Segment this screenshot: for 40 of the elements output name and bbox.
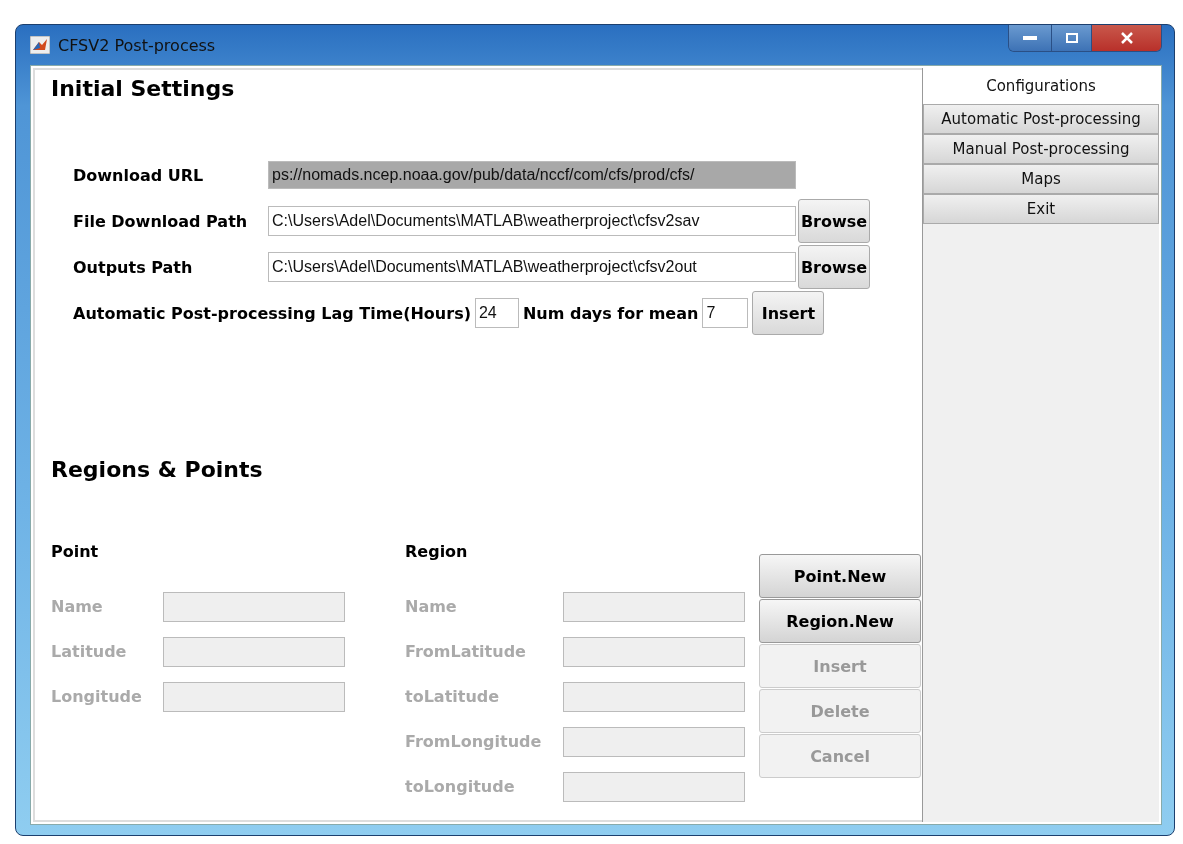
group-title: Region <box>405 542 469 563</box>
minimize-button[interactable] <box>1009 25 1051 51</box>
tab[interactable]: Exit <box>923 194 1159 224</box>
section-heading: Regions & Points <box>51 457 264 482</box>
url-field[interactable]: ps://nomads.ncep.noaa.gov/pub/data/nccf/com/cfs/prod/cfs/ <box>268 161 796 189</box>
window-title: CFSV2 Post-process <box>58 35 216 55</box>
field-label: FromLongitude <box>405 732 543 751</box>
field-label: Download URL <box>73 165 205 185</box>
close-button[interactable] <box>1091 25 1161 51</box>
group-title: Point <box>51 542 100 563</box>
browse-button[interactable]: Browse <box>798 199 870 243</box>
field-label: File Download Path <box>73 211 249 231</box>
field-label: Longitude <box>51 687 143 706</box>
field-label: FromLatitude <box>405 642 527 661</box>
action-button[interactable]: Point.New <box>759 554 921 598</box>
field-label: Name <box>51 597 104 616</box>
field-label: toLatitude <box>405 687 501 706</box>
field-label: Num days for mean <box>522 303 699 323</box>
field-label: Automatic Post-processing Lag Time(Hours) <box>73 303 471 323</box>
minimize-icon <box>1023 36 1037 40</box>
maximize-icon <box>1065 33 1078 43</box>
days-field[interactable]: 7 <box>702 298 749 328</box>
insert-button[interactable]: Insert <box>752 291 825 335</box>
tab[interactable]: Configurations <box>923 68 1159 104</box>
path-field[interactable]: C:\Users\Adel\Documents\MATLAB\weatherproject\cfsv2sav <box>268 206 796 236</box>
tab[interactable]: Manual Post-processing <box>923 134 1159 164</box>
action-button[interactable]: Region.New <box>759 599 921 643</box>
field-label: Latitude <box>51 642 128 661</box>
tab[interactable]: Automatic Post-processing <box>923 104 1159 134</box>
app-icon <box>30 36 50 54</box>
section-heading: Initial Settings <box>51 76 236 101</box>
field-label: Name <box>405 597 458 616</box>
field-label: Outputs Path <box>73 257 194 277</box>
lag-time-field[interactable]: 24 <box>474 298 519 328</box>
field-label: toLongitude <box>405 777 516 796</box>
maximize-button[interactable] <box>1051 25 1091 51</box>
close-icon <box>1120 32 1133 44</box>
path-field[interactable]: C:\Users\Adel\Documents\MATLAB\weatherproject\cfsv2out <box>268 252 796 282</box>
tab[interactable]: Maps <box>923 164 1159 194</box>
browse-button[interactable]: Browse <box>798 245 870 289</box>
